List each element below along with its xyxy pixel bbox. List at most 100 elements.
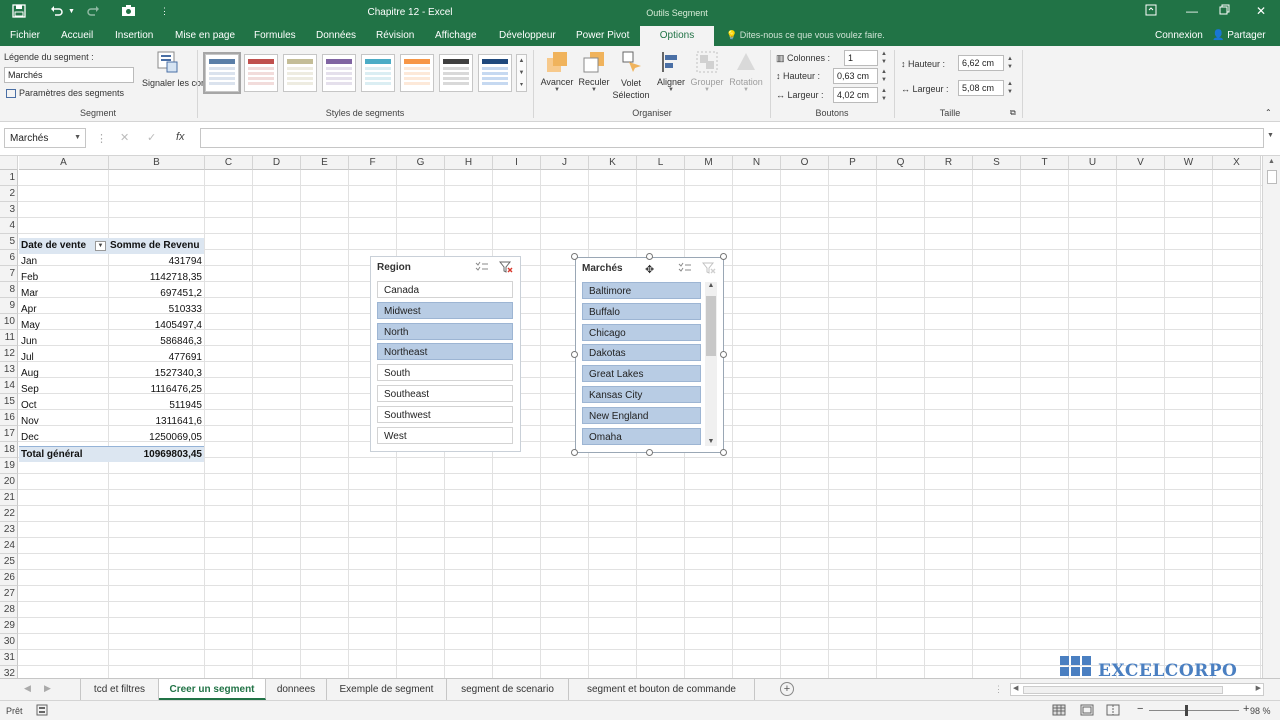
row-header-27[interactable]: 27 — [0, 586, 18, 602]
size-dialog-launcher-icon[interactable]: ⧉ — [1010, 108, 1016, 118]
row-header-2[interactable]: 2 — [0, 186, 18, 202]
selection-pane-button[interactable]: Volet Sélection — [612, 50, 650, 101]
tab-fichier[interactable]: Fichier — [10, 30, 40, 41]
sheet-tab-exemple-de-segment[interactable]: Exemple de segment — [327, 679, 447, 700]
vertical-scrollbar[interactable]: ▲ — [1262, 156, 1280, 678]
row-header-29[interactable]: 29 — [0, 618, 18, 634]
slicer-region[interactable]: Region Canada Midwest North Northeast South S… — [370, 256, 521, 452]
cancel-icon[interactable]: ✕ — [120, 131, 129, 144]
slicer-height-spinner[interactable]: ▲ ▼ — [1005, 55, 1015, 71]
column-header-g[interactable]: G — [397, 156, 445, 170]
align-button[interactable]: Aligner ▼ — [652, 50, 690, 93]
slicer-style-7[interactable] — [439, 54, 473, 92]
row-header-20[interactable]: 20 — [0, 474, 18, 490]
slicer-style-4[interactable] — [322, 54, 356, 92]
row-header-4[interactable]: 4 — [0, 218, 18, 234]
pivot-month-cell[interactable]: May — [19, 318, 108, 334]
column-header-a[interactable]: A — [19, 156, 109, 170]
row-header-26[interactable]: 26 — [0, 570, 18, 586]
formula-input[interactable] — [200, 128, 1264, 148]
ribbon-display-icon[interactable] — [1145, 4, 1157, 19]
pivot-month-cell[interactable]: Sep — [19, 382, 108, 398]
column-header-i[interactable]: I — [493, 156, 541, 170]
pivot-value-cell[interactable]: 1405497,4 — [108, 318, 204, 334]
slicer-item[interactable]: Buffalo — [582, 302, 701, 320]
resize-handle[interactable] — [571, 351, 578, 358]
slicer-item[interactable]: Midwest — [377, 301, 513, 319]
row-header-23[interactable]: 23 — [0, 522, 18, 538]
select-all-corner[interactable] — [0, 156, 18, 170]
zoom-level[interactable]: 98 % — [1250, 706, 1271, 716]
report-connections-button[interactable]: Signaler les connexions — [142, 50, 237, 106]
column-header-s[interactable]: S — [973, 156, 1021, 170]
tab-formules[interactable]: Formules — [254, 30, 296, 41]
sheet-tab-segment-et-bouton[interactable]: segment et bouton de commande — [569, 679, 755, 700]
zoom-in-icon[interactable]: + — [1243, 703, 1249, 715]
worksheet-grid[interactable]: ABCDEFGHIJKLMNOPQRSTUVWX 1 2 3 4 5 6 7 8 9 10 11 12… — [0, 156, 1262, 678]
column-header-r[interactable]: R — [925, 156, 973, 170]
row-header-25[interactable]: 25 — [0, 554, 18, 570]
slicer-item[interactable]: Kansas City — [582, 386, 701, 403]
tab-donnees[interactable]: Données — [316, 30, 356, 41]
tab-mise-en-page[interactable]: Mise en page — [175, 30, 235, 41]
multi-select-icon[interactable] — [475, 261, 489, 273]
pivot-value-cell[interactable]: 1116476,25 — [108, 382, 204, 398]
restore-icon[interactable] — [1219, 4, 1230, 18]
pivot-month-cell[interactable]: Dec — [19, 430, 108, 446]
row-header-11[interactable]: 11 — [0, 330, 18, 346]
column-header-d[interactable]: D — [253, 156, 301, 170]
slicer-item[interactable]: Great Lakes — [582, 365, 701, 383]
slicer-style-8[interactable] — [478, 54, 512, 92]
slicer-item[interactable]: Chicago — [582, 323, 701, 341]
column-header-c[interactable]: C — [205, 156, 253, 170]
share-button[interactable]: 👤 Partager — [1212, 30, 1266, 41]
row-header-1[interactable]: 1 — [0, 170, 18, 186]
clear-filter-icon[interactable] — [701, 262, 716, 274]
resize-handle[interactable] — [571, 449, 578, 456]
tell-me-box[interactable]: 💡 Dites-nous ce que vous voulez faire. — [726, 30, 885, 41]
button-height-spinner[interactable]: ▲ ▼ — [879, 68, 889, 84]
pivot-value-cell[interactable]: 697451,2 — [108, 286, 204, 302]
prev-sheet-icon[interactable]: ◀ — [24, 683, 31, 694]
minimize-icon[interactable]: — — [1186, 4, 1198, 18]
column-header-p[interactable]: P — [829, 156, 877, 170]
columns-spinner[interactable]: ▲ ▼ — [879, 50, 889, 66]
bring-forward-dropdown-icon[interactable]: ▼ — [538, 87, 576, 93]
row-header-10[interactable]: 10 — [0, 314, 18, 330]
tab-revision[interactable]: Révision — [376, 30, 414, 41]
enter-icon[interactable]: ✓ — [147, 131, 156, 144]
styles-gallery-scroll[interactable]: ▲ ▼ ▾ — [516, 54, 527, 92]
macro-record-icon[interactable] — [36, 704, 48, 718]
tabs-splitter-icon[interactable]: ⋮ — [994, 684, 1003, 695]
pivot-month-cell[interactable]: Jun — [19, 334, 108, 350]
filter-dropdown-icon[interactable]: ▼ — [95, 241, 106, 251]
slicer-item[interactable]: Northeast — [377, 343, 513, 361]
button-width-input[interactable]: 4,02 cm — [833, 87, 878, 103]
pivot-value-cell[interactable]: 1311641,6 — [108, 414, 204, 430]
scroll-left-icon[interactable]: ◀ — [1013, 684, 1018, 692]
pivot-value-cell[interactable]: 431794 — [108, 254, 204, 270]
row-header-18[interactable]: 18 — [0, 442, 18, 458]
slicer-item[interactable]: New England — [582, 406, 701, 424]
collapse-ribbon-icon[interactable]: ⌃ — [1265, 108, 1272, 117]
sheet-tab-creer-un-segment[interactable]: Creer un segment — [159, 679, 266, 700]
column-header-u[interactable]: U — [1069, 156, 1117, 170]
pivot-value-cell[interactable]: 1250069,05 — [108, 430, 204, 446]
pivot-month-cell[interactable]: Mar — [19, 286, 108, 302]
slicer-style-5[interactable] — [361, 54, 395, 92]
resize-handle[interactable] — [571, 253, 578, 260]
slicer-height-input[interactable]: 6,62 cm — [958, 55, 1004, 71]
slicer-style-2[interactable] — [244, 54, 278, 92]
send-backward-button[interactable]: Reculer ▼ — [576, 50, 612, 93]
tab-affichage[interactable]: Affichage — [435, 30, 477, 41]
slicer-item[interactable]: West — [377, 426, 513, 444]
tab-power-pivot[interactable]: Power Pivot — [576, 30, 629, 41]
slicer-width-spinner[interactable]: ▲ ▼ — [1005, 80, 1015, 96]
row-header-5[interactable]: 5 — [0, 234, 18, 250]
row-header-32[interactable]: 32 — [0, 666, 18, 678]
column-header-v[interactable]: V — [1117, 156, 1165, 170]
name-box-dropdown-icon[interactable]: ▼ — [74, 134, 81, 141]
expand-formula-bar-icon[interactable]: ▼ — [1267, 132, 1274, 139]
resize-handle[interactable] — [720, 449, 727, 456]
slicer-settings-button[interactable]: Paramètres des segments — [6, 88, 124, 99]
